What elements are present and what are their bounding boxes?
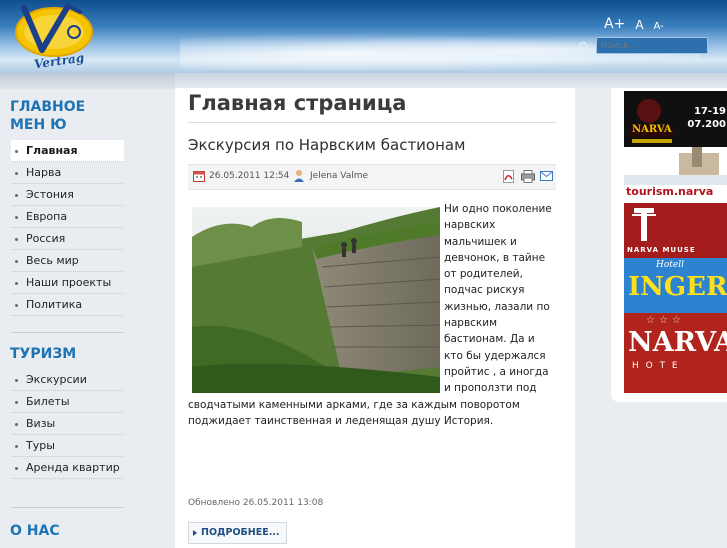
bullet-icon xyxy=(15,467,18,470)
main-menu: Главная Нарва Эстония Европа Россия Весь… xyxy=(0,140,133,316)
sidebar-item-label: Аренда квартир xyxy=(26,461,120,474)
sidebar-item-label: Россия xyxy=(26,232,66,245)
sidebar-item-label: Политика xyxy=(26,298,83,311)
article-updated: Обновлено 26.05.2011 13:08 xyxy=(188,498,324,508)
sidebar-item-label: Наши проекты xyxy=(26,276,112,289)
page-title: Главная страница xyxy=(188,91,407,115)
hotel-inger-banner[interactable]: Hotell INGER xyxy=(624,258,727,313)
font-decrease-button[interactable]: A- xyxy=(654,21,664,32)
site-header: Vertrag A+ A A- xyxy=(0,0,727,75)
sidebar: ГЛАВНОЕ МЕН Ю Главная Нарва Эстония Евро… xyxy=(0,88,133,540)
article-date: 26.05.2011 12:54 xyxy=(209,171,290,181)
sidebar-item-label: Весь мир xyxy=(26,254,79,267)
sidebar-item-politics[interactable]: Политика xyxy=(11,294,124,316)
about-menu-title: О НАС xyxy=(10,523,60,539)
bullet-icon xyxy=(15,172,18,175)
sidebar-item-narva[interactable]: Нарва xyxy=(11,162,124,184)
email-icon[interactable] xyxy=(540,171,553,181)
bullet-icon xyxy=(15,260,18,263)
article-photo-bastion xyxy=(192,207,440,393)
sidebar-item-label: Билеты xyxy=(26,395,70,408)
calendar-icon xyxy=(193,171,205,182)
sidebar-item-russia[interactable]: Россия xyxy=(11,228,124,250)
bullet-icon xyxy=(15,282,18,285)
sidebar-item-label: Туры xyxy=(26,439,55,452)
article-title[interactable]: Экскурсия по Нарвским бастионам xyxy=(188,136,465,154)
sidebar-item-visas[interactable]: Визы xyxy=(11,413,124,435)
bullet-icon xyxy=(15,216,18,219)
sidebar-item-label: Нарва xyxy=(26,166,62,179)
sidebar-item-apartments[interactable]: Аренда квартир xyxy=(11,457,124,479)
tourism-menu-title: ТУРИЗМ xyxy=(10,346,77,362)
read-more-button[interactable]: ПОДРОБНЕЕ... xyxy=(188,522,287,544)
banner-bike-date: 17-19 07.200 xyxy=(687,106,726,130)
sidebar-item-projects[interactable]: Наши проекты xyxy=(11,272,124,294)
tourism-narva-banner[interactable]: tourism.narva xyxy=(624,147,727,203)
narva-hotel-banner[interactable]: ☆☆☆ NARVA H O T E xyxy=(624,313,727,393)
sidebar-item-tours[interactable]: Туры xyxy=(11,435,124,457)
sidebar-item-label: Экскурсии xyxy=(26,373,87,386)
menu-divider xyxy=(11,332,124,333)
bullet-icon xyxy=(15,238,18,241)
bullet-icon xyxy=(15,423,18,426)
sidebar-item-home[interactable]: Главная xyxy=(11,140,124,162)
bullet-icon xyxy=(15,304,18,307)
banner-bike-text: NARVA xyxy=(632,124,672,135)
sidebar-item-europe[interactable]: Европа xyxy=(11,206,124,228)
search-input[interactable] xyxy=(596,37,708,54)
site-logo[interactable]: Vertrag xyxy=(10,2,100,71)
user-icon xyxy=(294,170,304,182)
banner-hotel-sub: H O T E xyxy=(632,361,680,371)
pdf-icon[interactable] xyxy=(503,170,514,183)
banner-hotel-stars: ☆☆☆ xyxy=(646,315,685,326)
banner-inger-big: INGER xyxy=(628,272,727,302)
font-reset-button[interactable]: A xyxy=(635,18,643,32)
banner-tourism-text: tourism.narva xyxy=(626,185,714,198)
bullet-icon xyxy=(15,445,18,448)
narva-bike-banner[interactable]: NARVA 17-19 07.200 xyxy=(624,91,727,147)
sidebar-item-label: Визы xyxy=(26,417,56,430)
banner-hotel-text: NARVA xyxy=(628,327,727,358)
bullet-icon xyxy=(15,379,18,382)
sidebar-item-tickets[interactable]: Билеты xyxy=(11,391,124,413)
title-divider xyxy=(188,122,556,123)
banner-column: NARVA 17-19 07.200 tourism.narva NARVA M… xyxy=(611,88,727,402)
header-bottom-strip xyxy=(0,73,727,89)
banner-museum-text: NARVA MUUSE xyxy=(627,246,696,254)
banner-inger-small: Hotell xyxy=(656,260,684,270)
bullet-icon xyxy=(15,401,18,404)
font-increase-button[interactable]: A+ xyxy=(604,16,625,32)
sidebar-item-excursions[interactable]: Экскурсии xyxy=(11,369,124,391)
sidebar-item-label: Европа xyxy=(26,210,68,223)
article-meta-bar: 26.05.2011 12:54 Jelena Valme xyxy=(188,164,556,190)
main-menu-title: ГЛАВНОЕ МЕН Ю xyxy=(10,99,86,133)
read-more-label: ПОДРОБНЕЕ... xyxy=(201,527,280,538)
bullet-icon xyxy=(15,194,18,197)
sidebar-item-label: Эстония xyxy=(26,188,74,201)
narva-museum-banner[interactable]: NARVA MUUSE xyxy=(624,203,727,258)
print-icon[interactable] xyxy=(521,170,535,183)
menu-divider xyxy=(11,507,124,508)
bullet-icon xyxy=(15,150,18,153)
main-content: Главная страница Экскурсия по Нарвским б… xyxy=(175,88,575,548)
sidebar-item-label: Главная xyxy=(26,144,78,157)
sidebar-item-world[interactable]: Весь мир xyxy=(11,250,124,272)
tourism-menu: Экскурсии Билеты Визы Туры Аренда кварти… xyxy=(0,369,133,479)
font-size-controls: A+ A A- xyxy=(604,16,664,32)
arrow-right-icon xyxy=(193,530,197,536)
search-icon[interactable] xyxy=(578,41,590,53)
article-author: Jelena Valme xyxy=(310,171,369,181)
sidebar-item-estonia[interactable]: Эстония xyxy=(11,184,124,206)
